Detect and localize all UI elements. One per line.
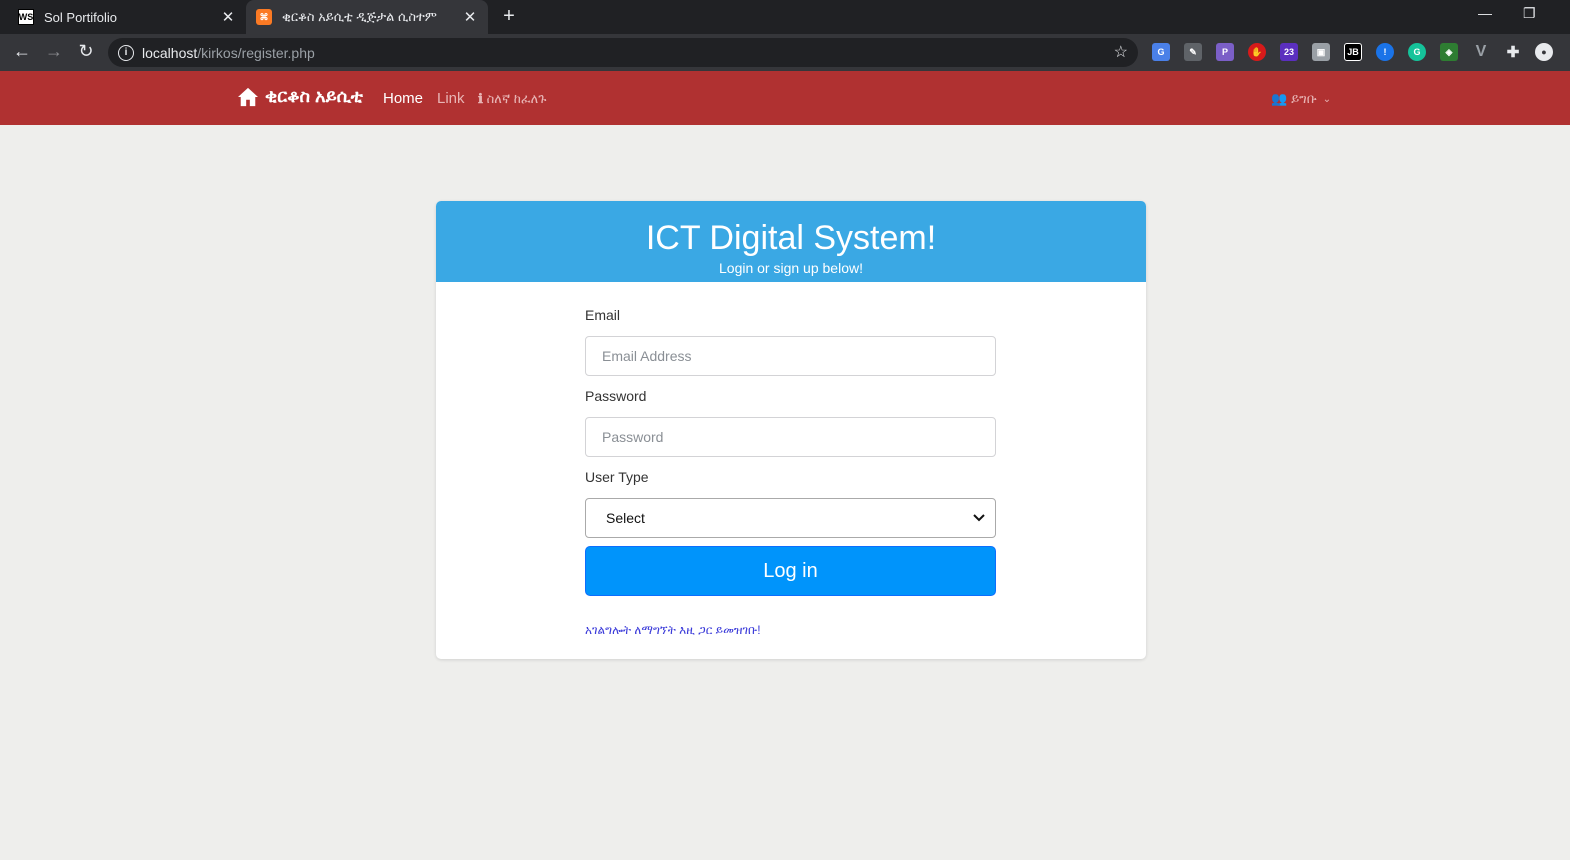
- card-title: ICT Digital System!: [645, 219, 937, 257]
- tab-title: Sol Portifolio: [44, 9, 117, 25]
- card-subtitle: Login or sign up below!: [719, 260, 863, 276]
- address-bar[interactable]: i localhost /kirkos/register.php ☆: [108, 38, 1138, 67]
- nav-about-label: ስለኛ ከፈለጉ: [486, 91, 547, 106]
- brand-label: ቂርቆስ አይሲቲ: [265, 86, 363, 106]
- tab-sol-portifolio[interactable]: WS Sol Portifolio ✕: [8, 0, 246, 34]
- browser-toolbar: ← → ↻ i localhost /kirkos/register.php ☆…: [0, 34, 1570, 71]
- forward-icon[interactable]: →: [42, 41, 66, 62]
- usertype-select[interactable]: Select: [585, 498, 996, 538]
- login-card: ICT Digital System! Login or sign up bel…: [436, 201, 1146, 659]
- globe-extension-icon[interactable]: ◈: [1440, 43, 1458, 61]
- login-button[interactable]: Log in: [585, 546, 996, 596]
- bookmark-star-icon[interactable]: ☆: [1114, 42, 1128, 62]
- info-icon: ℹ: [478, 91, 483, 106]
- nav-about[interactable]: ℹ ስለኛ ከፈለጉ: [478, 91, 546, 107]
- usertype-value: Select: [606, 510, 645, 526]
- password-placeholder: Password: [602, 429, 664, 445]
- account-label: ይግቡ: [1291, 91, 1317, 106]
- minimize-icon[interactable]: —: [1478, 5, 1492, 21]
- chevron-down-icon: [973, 514, 985, 522]
- site-info-icon[interactable]: i: [118, 44, 134, 61]
- vue-extension-icon[interactable]: V: [1472, 43, 1490, 61]
- tab-close-icon[interactable]: ✕: [220, 8, 236, 26]
- webstorm-favicon-icon: WS: [18, 9, 34, 25]
- password-field[interactable]: Password: [585, 417, 996, 457]
- reload-icon[interactable]: ↻: [74, 41, 98, 62]
- jetbrains-extension-icon[interactable]: JB: [1344, 43, 1362, 61]
- browser-tab-strip: WS Sol Portifolio ✕ ⌘ ቂርቆስ አይሲቲ ዲጅታል ሲስተ…: [0, 0, 1570, 34]
- new-tab-icon[interactable]: +: [498, 5, 520, 28]
- extensions-puzzle-icon[interactable]: ✚: [1504, 43, 1522, 61]
- register-link[interactable]: አገልግሎት ለማግኘት እዚ ጋር ይመዝገቡ!: [585, 623, 996, 638]
- tab-kirkos-ict[interactable]: ⌘ ቂርቆስ አይሲቲ ዲጅታል ሲስተም ✕: [246, 0, 488, 34]
- grammarly-extension-icon[interactable]: G: [1408, 43, 1426, 61]
- chevron-down-icon: ⌄: [1322, 93, 1332, 105]
- url-path: /kirkos/register.php: [197, 44, 315, 61]
- pdf-extension-icon[interactable]: P: [1216, 43, 1234, 61]
- translate-extension-icon[interactable]: G: [1152, 43, 1170, 61]
- usertype-label: User Type: [585, 469, 649, 485]
- home-icon: [238, 87, 258, 106]
- login-form: Email Email Address Password Password Us…: [585, 307, 996, 638]
- xampp-favicon-icon: ⌘: [256, 9, 272, 25]
- users-icon: 👥: [1271, 91, 1288, 106]
- back-icon[interactable]: ←: [10, 41, 34, 62]
- nav-link[interactable]: Link: [437, 90, 465, 107]
- brand[interactable]: ቂርቆስ አይሲቲ: [237, 86, 363, 107]
- account-dropdown[interactable]: 👥 ይግቡ ⌄: [1271, 91, 1331, 107]
- password-label: Password: [585, 388, 647, 404]
- tab-close-icon[interactable]: ✕: [462, 8, 478, 26]
- adblock-extension-icon[interactable]: ✋: [1248, 43, 1266, 61]
- chat-extension-icon[interactable]: !: [1376, 43, 1394, 61]
- url-host: localhost: [142, 44, 198, 61]
- nav-home[interactable]: Home: [383, 90, 423, 107]
- app-navbar: ቂርቆስ አይሲቲ Home Link ℹ ስለኛ ከፈለጉ 👥 ይግቡ ⌄: [0, 71, 1570, 125]
- profile-avatar-icon[interactable]: ●: [1535, 43, 1553, 61]
- restore-icon[interactable]: ❐: [1523, 5, 1536, 22]
- cube-extension-icon[interactable]: ▣: [1312, 43, 1330, 61]
- cap-extension-icon[interactable]: 23: [1280, 43, 1298, 61]
- email-field[interactable]: Email Address: [585, 336, 996, 376]
- pen-extension-icon[interactable]: ✎: [1184, 43, 1202, 61]
- tab-title: ቂርቆስ አይሲቲ ዲጅታል ሲስተም: [282, 9, 437, 24]
- card-header: ICT Digital System! Login or sign up bel…: [436, 201, 1146, 282]
- email-placeholder: Email Address: [602, 348, 692, 364]
- email-label: Email: [585, 307, 621, 323]
